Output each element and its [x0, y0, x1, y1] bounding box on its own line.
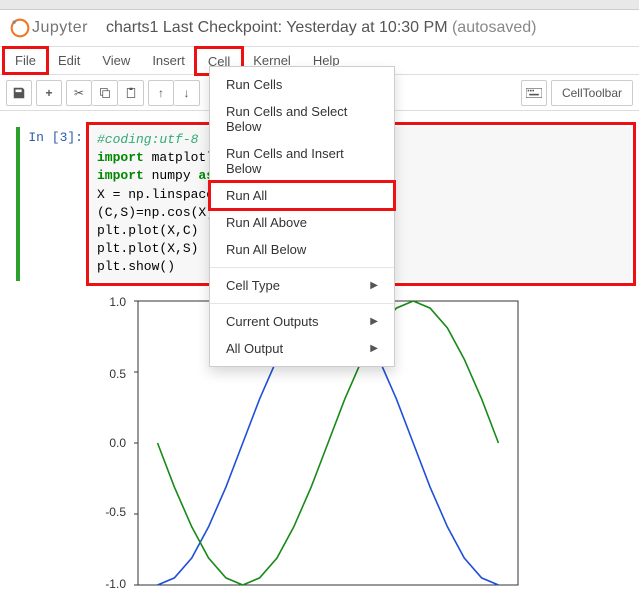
- dd-run-insert-below[interactable]: Run Cells and Insert Below: [210, 140, 394, 182]
- scissors-icon: ✂: [74, 86, 84, 100]
- ytick: 1.0: [109, 295, 126, 309]
- dd-run-cells[interactable]: Run Cells: [210, 71, 394, 98]
- notebook-header: Jupyter charts1 Last Checkpoint: Yesterd…: [0, 10, 639, 47]
- keyboard-button[interactable]: [521, 80, 547, 106]
- checkpoint-text: Last Checkpoint: Yesterday at 10:30 PM: [163, 19, 448, 36]
- move-down-button[interactable]: ↓: [174, 80, 200, 106]
- prompt-in: In: [28, 130, 44, 145]
- move-up-button[interactable]: ↑: [148, 80, 174, 106]
- cut-button[interactable]: ✂: [66, 80, 92, 106]
- dd-cell-type[interactable]: Cell Type ▶: [210, 272, 394, 299]
- celltoolbar-button[interactable]: CellToolbar: [551, 80, 633, 106]
- menu-view[interactable]: View: [91, 48, 141, 73]
- paste-icon: [125, 87, 137, 99]
- notebook-title[interactable]: charts1 Last Checkpoint: Yesterday at 10…: [106, 19, 537, 37]
- dd-run-select-below[interactable]: Run Cells and Select Below: [210, 98, 394, 140]
- code-line: #coding:utf-8: [97, 132, 198, 147]
- menu-edit[interactable]: Edit: [47, 48, 91, 73]
- code-text: numpy: [144, 168, 199, 183]
- dd-all-output-label: All Output: [226, 341, 283, 356]
- jupyter-logo[interactable]: Jupyter: [10, 18, 88, 38]
- dd-current-outputs-label: Current Outputs: [226, 314, 319, 329]
- copy-button[interactable]: [92, 80, 118, 106]
- dd-run-all[interactable]: Run All: [210, 182, 394, 209]
- ytick: -0.5: [105, 505, 126, 519]
- save-button[interactable]: [6, 80, 32, 106]
- notebook-name: charts1: [106, 19, 158, 36]
- logo-text: Jupyter: [32, 19, 88, 37]
- arrow-up-icon: ↑: [158, 86, 164, 100]
- save-icon: [12, 86, 26, 100]
- keyboard-icon: [526, 88, 542, 98]
- cell-dropdown: Run Cells Run Cells and Select Below Run…: [209, 66, 395, 367]
- browser-tabs-strip: [0, 0, 639, 10]
- ytick: 0.0: [109, 436, 126, 450]
- add-cell-button[interactable]: +: [36, 80, 62, 106]
- dd-cell-type-label: Cell Type: [226, 278, 280, 293]
- arrow-down-icon: ↓: [184, 86, 190, 100]
- menu-file[interactable]: File: [4, 48, 47, 73]
- dd-run-all-above[interactable]: Run All Above: [210, 209, 394, 236]
- menu-insert[interactable]: Insert: [141, 48, 196, 73]
- autosaved-text: (autosaved): [452, 19, 537, 36]
- copy-icon: [99, 87, 111, 99]
- dd-all-output[interactable]: All Output ▶: [210, 335, 394, 362]
- code-kw: import: [97, 150, 144, 165]
- dd-separator: [210, 267, 394, 268]
- cell-run-indicator: [16, 127, 20, 281]
- chevron-right-icon: ▶: [370, 316, 378, 327]
- paste-button[interactable]: [118, 80, 144, 106]
- chevron-right-icon: ▶: [370, 280, 378, 291]
- prompt-num: [3]:: [52, 130, 83, 145]
- dd-separator: [210, 303, 394, 304]
- chevron-right-icon: ▶: [370, 343, 378, 354]
- ytick: 0.5: [109, 367, 126, 381]
- jupyter-icon: [10, 18, 30, 38]
- plus-icon: +: [45, 86, 52, 100]
- code-kw: import: [97, 168, 144, 183]
- dd-run-all-below[interactable]: Run All Below: [210, 236, 394, 263]
- ytick: -1.0: [105, 577, 126, 591]
- dd-current-outputs[interactable]: Current Outputs ▶: [210, 308, 394, 335]
